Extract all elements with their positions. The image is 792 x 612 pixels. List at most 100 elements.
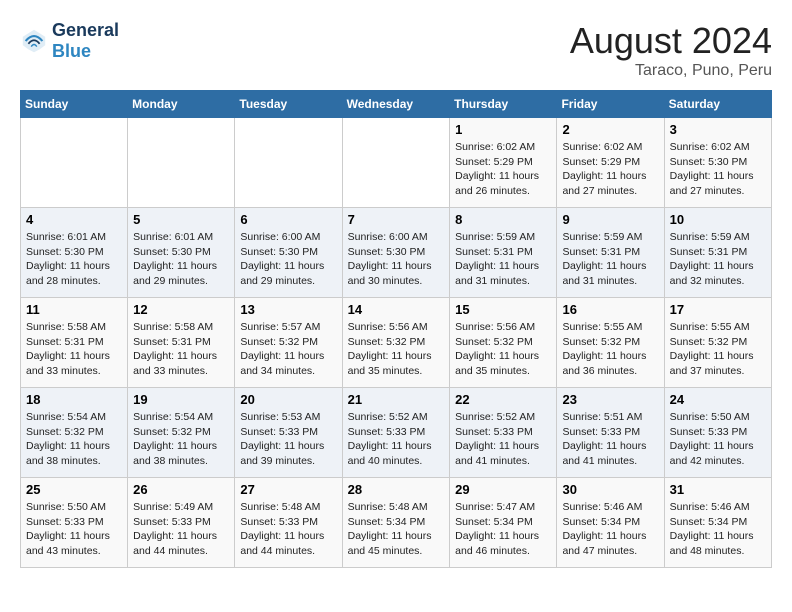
title-block: August 2024 Taraco, Puno, Peru xyxy=(570,20,772,80)
day-info: Sunrise: 5:59 AMSunset: 5:31 PMDaylight:… xyxy=(455,230,551,289)
calendar-cell: 11Sunrise: 5:58 AMSunset: 5:31 PMDayligh… xyxy=(21,298,128,388)
day-number: 13 xyxy=(240,302,336,317)
calendar-cell xyxy=(342,118,450,208)
day-number: 31 xyxy=(670,482,766,497)
column-header-friday: Friday xyxy=(557,91,664,118)
day-number: 14 xyxy=(348,302,445,317)
day-info: Sunrise: 6:01 AMSunset: 5:30 PMDaylight:… xyxy=(26,230,122,289)
day-info: Sunrise: 5:56 AMSunset: 5:32 PMDaylight:… xyxy=(348,320,445,379)
calendar-cell: 14 Sunrise: 5:56 AMSunset: 5:32 PMDayligh… xyxy=(342,298,450,388)
calendar-cell: 31 Sunrise: 5:46 AMSunset: 5:34 PMDayligh… xyxy=(664,478,771,568)
column-header-tuesday: Tuesday xyxy=(235,91,342,118)
day-info: Sunrise: 5:58 AMSunset: 5:31 PMDaylight:… xyxy=(133,320,229,379)
day-info: Sunrise: 5:56 AMSunset: 5:32 PMDaylight:… xyxy=(455,320,551,379)
logo: General Blue xyxy=(20,20,119,62)
calendar-cell: 15 Sunrise: 5:56 AMSunset: 5:32 PMDayligh… xyxy=(450,298,557,388)
calendar-cell: 18 Sunrise: 5:54 AMSunset: 5:32 PMDayligh… xyxy=(21,388,128,478)
calendar-cell: 8 Sunrise: 5:59 AMSunset: 5:31 PMDaylight… xyxy=(450,208,557,298)
day-number: 8 xyxy=(455,212,551,227)
day-info: Sunrise: 5:48 AMSunset: 5:34 PMDaylight:… xyxy=(348,500,445,559)
day-number: 2 xyxy=(562,122,658,137)
calendar-cell: 29 Sunrise: 5:47 AMSunset: 5:34 PMDayligh… xyxy=(450,478,557,568)
day-info: Sunrise: 5:59 AMSunset: 5:31 PMDaylight:… xyxy=(670,230,766,289)
calendar-cell: 19 Sunrise: 5:54 AMSunset: 5:32 PMDayligh… xyxy=(128,388,235,478)
day-number: 20 xyxy=(240,392,336,407)
day-number: 19 xyxy=(133,392,229,407)
calendar-cell: 7Sunrise: 6:00 AMSunset: 5:30 PMDaylight… xyxy=(342,208,450,298)
day-info: Sunrise: 6:02 AMSunset: 5:29 PMDaylight:… xyxy=(455,140,551,199)
day-info: Sunrise: 6:00 AMSunset: 5:30 PMDaylight:… xyxy=(240,230,336,289)
day-number: 24 xyxy=(670,392,766,407)
calendar-cell: 5 Sunrise: 6:01 AMSunset: 5:30 PMDaylight… xyxy=(128,208,235,298)
day-info: Sunrise: 5:52 AMSunset: 5:33 PMDaylight:… xyxy=(348,410,445,469)
day-info: Sunrise: 6:01 AMSunset: 5:30 PMDaylight:… xyxy=(133,230,229,289)
calendar-cell xyxy=(128,118,235,208)
day-number: 10 xyxy=(670,212,766,227)
calendar-header-row: SundayMondayTuesdayWednesdayThursdayFrid… xyxy=(21,91,772,118)
column-header-saturday: Saturday xyxy=(664,91,771,118)
calendar-week-1: 1Sunrise: 6:02 AMSunset: 5:29 PMDaylight… xyxy=(21,118,772,208)
day-info: Sunrise: 5:54 AMSunset: 5:32 PMDaylight:… xyxy=(26,410,122,469)
day-info: Sunrise: 6:02 AMSunset: 5:30 PMDaylight:… xyxy=(670,140,766,199)
calendar-cell: 24 Sunrise: 5:50 AMSunset: 5:33 PMDayligh… xyxy=(664,388,771,478)
logo-text: General Blue xyxy=(52,20,119,62)
calendar-table: SundayMondayTuesdayWednesdayThursdayFrid… xyxy=(20,90,772,568)
day-number: 5 xyxy=(133,212,229,227)
calendar-cell: 22Sunrise: 5:52 AMSunset: 5:33 PMDayligh… xyxy=(450,388,557,478)
calendar-cell: 30 Sunrise: 5:46 AMSunset: 5:34 PMDayligh… xyxy=(557,478,664,568)
calendar-cell: 13 Sunrise: 5:57 AMSunset: 5:32 PMDayligh… xyxy=(235,298,342,388)
calendar-cell: 3 Sunrise: 6:02 AMSunset: 5:30 PMDaylight… xyxy=(664,118,771,208)
calendar-week-4: 18 Sunrise: 5:54 AMSunset: 5:32 PMDayligh… xyxy=(21,388,772,478)
day-number: 23 xyxy=(562,392,658,407)
day-number: 27 xyxy=(240,482,336,497)
calendar-cell: 16 Sunrise: 5:55 AMSunset: 5:32 PMDayligh… xyxy=(557,298,664,388)
day-number: 22 xyxy=(455,392,551,407)
day-number: 17 xyxy=(670,302,766,317)
day-number: 9 xyxy=(562,212,658,227)
day-info: Sunrise: 5:57 AMSunset: 5:32 PMDaylight:… xyxy=(240,320,336,379)
calendar-cell xyxy=(21,118,128,208)
day-info: Sunrise: 5:51 AMSunset: 5:33 PMDaylight:… xyxy=(562,410,658,469)
day-number: 6 xyxy=(240,212,336,227)
calendar-cell: 9 Sunrise: 5:59 AMSunset: 5:31 PMDaylight… xyxy=(557,208,664,298)
day-info: Sunrise: 5:50 AMSunset: 5:33 PMDaylight:… xyxy=(26,500,122,559)
day-number: 4 xyxy=(26,212,122,227)
day-info: Sunrise: 5:54 AMSunset: 5:32 PMDaylight:… xyxy=(133,410,229,469)
day-info: Sunrise: 5:55 AMSunset: 5:32 PMDaylight:… xyxy=(670,320,766,379)
day-number: 25 xyxy=(26,482,122,497)
day-info: Sunrise: 5:55 AMSunset: 5:32 PMDaylight:… xyxy=(562,320,658,379)
calendar-cell: 6 Sunrise: 6:00 AMSunset: 5:30 PMDaylight… xyxy=(235,208,342,298)
calendar-cell: 28 Sunrise: 5:48 AMSunset: 5:34 PMDayligh… xyxy=(342,478,450,568)
column-header-sunday: Sunday xyxy=(21,91,128,118)
day-info: Sunrise: 5:46 AMSunset: 5:34 PMDaylight:… xyxy=(670,500,766,559)
day-number: 28 xyxy=(348,482,445,497)
day-number: 11 xyxy=(26,302,122,317)
day-info: Sunrise: 5:47 AMSunset: 5:34 PMDaylight:… xyxy=(455,500,551,559)
calendar-cell: 21 Sunrise: 5:52 AMSunset: 5:33 PMDayligh… xyxy=(342,388,450,478)
day-number: 30 xyxy=(562,482,658,497)
day-number: 29 xyxy=(455,482,551,497)
calendar-cell: 23 Sunrise: 5:51 AMSunset: 5:33 PMDayligh… xyxy=(557,388,664,478)
day-info: Sunrise: 5:46 AMSunset: 5:34 PMDaylight:… xyxy=(562,500,658,559)
calendar-cell: 1Sunrise: 6:02 AMSunset: 5:29 PMDaylight… xyxy=(450,118,557,208)
calendar-cell: 2 Sunrise: 6:02 AMSunset: 5:29 PMDaylight… xyxy=(557,118,664,208)
day-number: 26 xyxy=(133,482,229,497)
day-number: 18 xyxy=(26,392,122,407)
day-number: 3 xyxy=(670,122,766,137)
day-info: Sunrise: 5:59 AMSunset: 5:31 PMDaylight:… xyxy=(562,230,658,289)
calendar-cell: 17 Sunrise: 5:55 AMSunset: 5:32 PMDayligh… xyxy=(664,298,771,388)
calendar-cell: 27Sunrise: 5:48 AMSunset: 5:33 PMDayligh… xyxy=(235,478,342,568)
day-number: 12 xyxy=(133,302,229,317)
calendar-cell: 12 Sunrise: 5:58 AMSunset: 5:31 PMDayligh… xyxy=(128,298,235,388)
page-header: General Blue August 2024 Taraco, Puno, P… xyxy=(20,20,772,80)
calendar-cell: 4 Sunrise: 6:01 AMSunset: 5:30 PMDaylight… xyxy=(21,208,128,298)
day-info: Sunrise: 5:50 AMSunset: 5:33 PMDaylight:… xyxy=(670,410,766,469)
column-header-thursday: Thursday xyxy=(450,91,557,118)
day-number: 16 xyxy=(562,302,658,317)
day-number: 21 xyxy=(348,392,445,407)
day-number: 15 xyxy=(455,302,551,317)
calendar-week-3: 11 Sunrise: 5:58 AMSunset: 5:31 PMDayligh… xyxy=(21,298,772,388)
day-number: 7 xyxy=(348,212,445,227)
day-info: Sunrise: 5:53 AMSunset: 5:33 PMDaylight:… xyxy=(240,410,336,469)
day-info: Sunrise: 6:02 AMSunset: 5:29 PMDaylight:… xyxy=(562,140,658,199)
